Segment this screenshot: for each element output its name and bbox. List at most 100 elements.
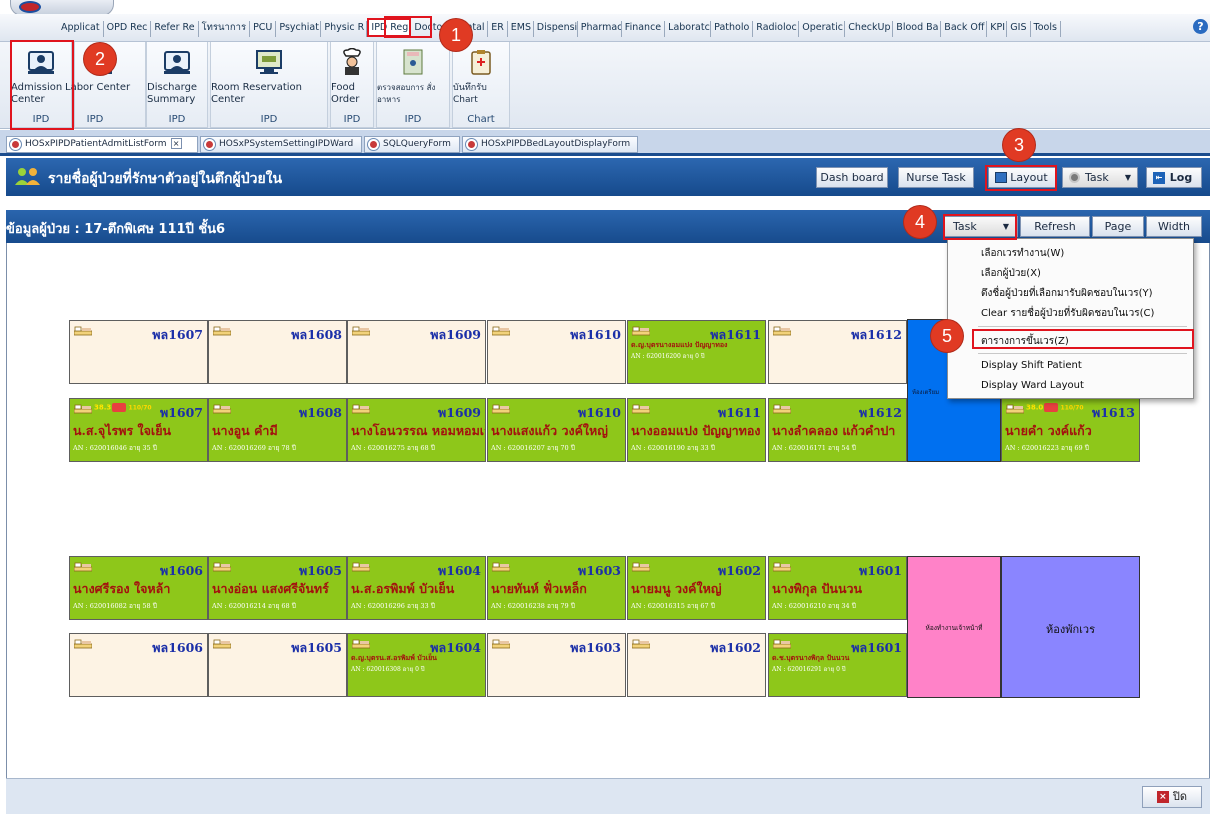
ribbon-food-order-button[interactable]: Food Order IPD [330, 42, 374, 128]
close-icon[interactable]: × [170, 138, 182, 149]
bed-card[interactable]: พล1611 ด.ญ.บุตรนางอมแปง ปัญญาทอง AN : 6200… [627, 320, 766, 384]
bed-card[interactable]: พ1608 นางอูน คำมี AN : 620016269 อายุ 78 ป… [208, 398, 347, 462]
bed-card[interactable]: พล1602 [627, 633, 766, 697]
bed-card[interactable]: พล1605 [208, 633, 347, 697]
bed-card[interactable]: พล1603 [487, 633, 626, 697]
bed-code: พล1607 [152, 327, 203, 342]
bed-card[interactable]: พ1611 นางออมแปง ปัญญาทอง AN : 620016190 อา… [627, 398, 766, 462]
bed-card[interactable]: พ1604 น.ส.อรพิมพ์ บัวเย็น AN : 620016296 อ… [347, 556, 486, 620]
menu-item-select-patient[interactable]: เลือกผู้ป่วย(X) [981, 266, 1041, 281]
bed-icon [772, 561, 792, 572]
bed-code: พล1612 [851, 327, 902, 342]
hosxp-tab-icon [10, 139, 21, 150]
close-button[interactable]: × ปิด [1142, 786, 1202, 808]
menu-item[interactable]: Dispensi [534, 21, 578, 37]
ribbon-receive-chart-button[interactable]: บันทึกรับ Chart Chart [452, 42, 510, 128]
menu-item[interactable]: Laboratc [665, 21, 712, 37]
ribbon-check-food-order-button[interactable]: ตรวจสอบการ สั่งอาหาร IPD [376, 42, 450, 128]
ribbon-group-label: IPD [168, 114, 186, 125]
menu-item[interactable]: GIS [1007, 21, 1031, 37]
menu-item[interactable]: โทรนาการ [199, 21, 251, 37]
menu-item[interactable]: Back Off [941, 21, 988, 37]
page-button[interactable]: Page [1092, 216, 1144, 237]
bed-icon [772, 638, 792, 649]
patient-name: นายทันห์ ฟั่วเหล็ก [491, 581, 587, 596]
bed-card[interactable]: 38.0 110/70 พ1613 นายคำ วงค์แก้ว AN : 62001… [1001, 398, 1140, 462]
bed-code: พ1606 [159, 563, 203, 578]
hosxp-tab-icon [204, 139, 215, 150]
bed-card[interactable]: พ1605 นางอ่อน แสงศรีจันทร์ AN : 620016214 … [208, 556, 347, 620]
bed-code: พ1601 [858, 563, 902, 578]
menu-item[interactable]: Psychiat [276, 21, 322, 37]
bed-card[interactable]: พ1610 นางแสงแก้ว วงค์ใหญ่ AN : 620016207 อ… [487, 398, 626, 462]
bed-card[interactable]: พล1604 ด.ญ.บุตรน.ส.อรพิมพ์ บัวเย็น AN : 62… [347, 633, 486, 697]
bed-card[interactable]: พล1606 [69, 633, 208, 697]
menu-item[interactable]: CheckUp [845, 21, 894, 37]
menu-item[interactable]: Applicat [58, 21, 104, 37]
menu-item-display-ward-layout[interactable]: Display Ward Layout [981, 380, 1084, 391]
highlight-layout-button [985, 165, 1057, 191]
chevron-down-icon: ▼ [1124, 173, 1131, 182]
tab-label: HOSxPIPDBedLayoutDisplayForm [481, 139, 631, 149]
bed-card[interactable]: พ1603 นายทันห์ ฟั่วเหล็ก AN : 620016238 อา… [487, 556, 626, 620]
tab-sql-query[interactable]: SQLQueryForm [364, 136, 460, 153]
bed-card[interactable]: พ1609 นางโอนวรรณ หอมหอมเจริญ AN : 62001627… [347, 398, 486, 462]
bed-card[interactable]: พล1607 [69, 320, 208, 384]
bed-icon [631, 638, 651, 649]
menu-item[interactable]: KPI [987, 21, 1008, 37]
menu-item[interactable]: Tools [1031, 21, 1061, 37]
log-icon: ⇤ [1153, 172, 1165, 184]
menu-item-select-shift[interactable]: เลือกเวรทำงาน(W) [981, 246, 1064, 261]
bed-card[interactable]: พ1612 นางลำคลอง แก้วคำปา AN : 620016171 อา… [768, 398, 907, 462]
vitals: 38.0 110/70 [1026, 403, 1084, 412]
menu-item[interactable]: Patholo [711, 21, 754, 37]
nurse-task-button[interactable]: Nurse Task [898, 167, 974, 188]
help-icon[interactable]: ? [1193, 19, 1208, 34]
ribbon-discharge-summary-button[interactable]: Discharge Summary IPD [146, 42, 208, 128]
width-button[interactable]: Width [1146, 216, 1202, 237]
patient-name: นางศรีรอง ใจหล้า [73, 581, 171, 596]
menu-item-clear-patients[interactable]: Clear รายชื่อผู้ป่วยที่รับผิดชอบในเวร(C) [981, 306, 1154, 321]
menu-item-pull-patients[interactable]: ดึงชื่อผู้ป่วยที่เลือกมารับผิดชอบในเวร(Y… [981, 286, 1153, 301]
menu-item-display-shift-patient[interactable]: Display Shift Patient [981, 360, 1082, 371]
menu-item[interactable]: Pharmac [578, 21, 622, 37]
room-head-nurse[interactable]: ห้องทำงานเจ้าหน้าที่ [907, 556, 1001, 698]
bed-card[interactable]: พล1612 [768, 320, 907, 384]
menu-item[interactable]: Operatic [799, 21, 846, 37]
menu-item[interactable]: Radioloc [753, 21, 800, 37]
menu-item[interactable]: Physic R [321, 21, 368, 37]
bed-card[interactable]: พล1608 [208, 320, 347, 384]
tab-patient-admit-list[interactable]: HOSxPIPDPatientAdmitListForm × [6, 136, 198, 153]
menu-item[interactable]: PCU [250, 21, 277, 37]
bed-card[interactable]: พล1609 [347, 320, 486, 384]
dashboard-button[interactable]: Dash board [816, 167, 888, 188]
bed-card[interactable]: พล1610 [487, 320, 626, 384]
bed-card[interactable]: พ1602 นายมนู วงค์ใหญ่ AN : 620016315 อายุ … [627, 556, 766, 620]
menu-item[interactable]: OPD Rec [104, 21, 152, 37]
bed-card[interactable]: 38.3 110/70 พ1607 น.ส.จุไรพร ใจเย็น AN : 62… [69, 398, 208, 462]
log-button[interactable]: ⇤ Log [1146, 167, 1202, 188]
bed-icon [772, 403, 792, 414]
callout-5: 5 [931, 320, 963, 352]
bed-icon [212, 403, 232, 414]
ribbon-label: บันทึกรับ Chart [453, 83, 487, 105]
menu-item[interactable]: Refer Re [151, 21, 199, 37]
temperature-value: 38.3 [94, 403, 112, 412]
header-task-dropdown[interactable]: Task ▼ [1062, 167, 1138, 188]
menu-item[interactable]: Blood Ba [893, 21, 942, 37]
ribbon-room-reservation-button[interactable]: Room Reservation Center IPD [210, 42, 328, 128]
bed-card[interactable]: พ1601 นางพิกุล ปันนวน AN : 620016210 อายุ … [768, 556, 907, 620]
bed-card[interactable]: พ1606 นางศรีรอง ใจหล้า AN : 620016082 อายุ… [69, 556, 208, 620]
menu-item[interactable]: EMS [508, 21, 534, 37]
ribbon-label: Food Order [331, 82, 360, 105]
menu-item[interactable]: Finance [622, 21, 666, 37]
patient-an: AN : 620016190 อายุ 33 ปี [631, 444, 715, 452]
tab-system-setting-ipd-ward[interactable]: HOSxPSystemSettingIPDWard [200, 136, 362, 153]
tab-bed-layout-display[interactable]: HOSxPIPDBedLayoutDisplayForm [462, 136, 638, 153]
refresh-button[interactable]: Refresh [1020, 216, 1090, 237]
room-rest[interactable]: ห้องพักเวร [1001, 556, 1140, 698]
highlight-task-button [943, 214, 1017, 240]
menu-item[interactable]: ER [488, 21, 508, 37]
bed-card[interactable]: พล1601 ด.ช.บุตรนางพิกุล ปันนวน AN : 620016… [768, 633, 907, 697]
discharge-summary-icon [164, 51, 190, 74]
